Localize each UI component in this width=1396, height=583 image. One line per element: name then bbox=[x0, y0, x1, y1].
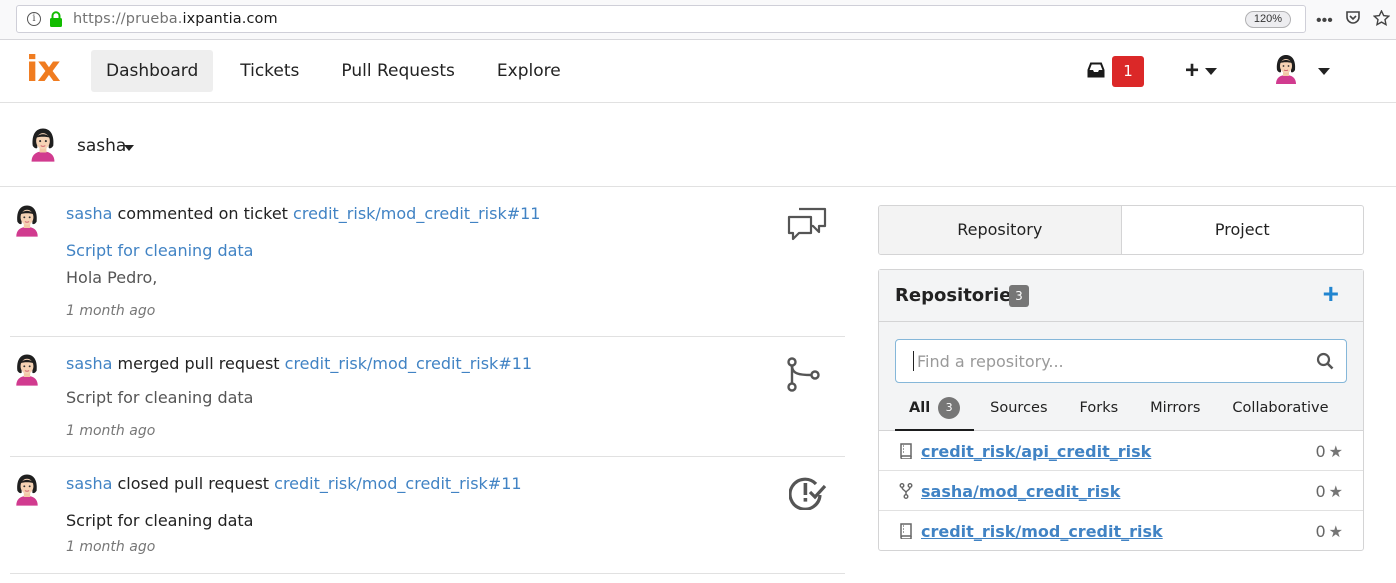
avatar bbox=[1272, 54, 1300, 89]
context-user-name[interactable]: sasha bbox=[77, 136, 126, 156]
nav-pull-requests[interactable]: Pull Requests bbox=[326, 50, 470, 92]
main-navbar: ix Dashboard Tickets Pull Requests Explo… bbox=[0, 40, 1396, 103]
closed-pr-icon bbox=[788, 476, 827, 515]
merge-icon bbox=[786, 357, 822, 398]
repository-filter-tabs: All 3 Sources Forks Mirrors Collaborativ… bbox=[895, 395, 1329, 431]
plus-icon: + bbox=[1185, 57, 1200, 84]
lock-icon[interactable] bbox=[49, 11, 63, 32]
pocket-icon[interactable] bbox=[1345, 10, 1361, 31]
chevron-down-icon bbox=[1318, 68, 1330, 75]
zoom-indicator[interactable]: 120% bbox=[1244, 11, 1291, 28]
pull-request-title: Script for cleaning data bbox=[66, 388, 254, 407]
chevron-down-icon[interactable] bbox=[124, 145, 134, 151]
chevron-down-icon bbox=[1205, 67, 1218, 75]
add-repository-button[interactable]: + bbox=[1323, 279, 1339, 309]
repositories-panel: Repositories 3 + All 3 Sources Forks Mir… bbox=[878, 269, 1364, 551]
repository-search[interactable] bbox=[895, 339, 1347, 383]
notification-count-badge[interactable]: 1 bbox=[1112, 56, 1144, 87]
context-switcher: sasha bbox=[0, 103, 1396, 187]
timestamp: 1 month ago bbox=[66, 539, 156, 555]
repository-stars[interactable]: 0 ★ bbox=[1315, 442, 1343, 461]
dashboard-tabs: Repository Project bbox=[878, 205, 1364, 255]
filter-forks[interactable]: Forks bbox=[1080, 395, 1119, 431]
timestamp: 1 month ago bbox=[66, 303, 156, 319]
filter-all-count: 3 bbox=[938, 397, 961, 419]
info-icon[interactable]: i bbox=[27, 12, 41, 26]
text-cursor bbox=[913, 351, 914, 371]
repositories-filter-area: All 3 Sources Forks Mirrors Collaborativ… bbox=[879, 322, 1363, 431]
filter-collaborative[interactable]: Collaborative bbox=[1232, 395, 1328, 431]
tab-repository[interactable]: Repository bbox=[879, 206, 1122, 254]
activity-feed: sasha commented on ticket credit_risk/mo… bbox=[10, 188, 845, 574]
timestamp: 1 month ago bbox=[66, 423, 156, 439]
repository-link[interactable]: sasha/mod_credit_risk bbox=[921, 482, 1120, 501]
repository-row: credit_risk/mod_credit_risk 0 ★ bbox=[879, 511, 1363, 551]
feed-item: sasha commented on ticket credit_risk/mo… bbox=[10, 188, 845, 337]
repository-row: sasha/mod_credit_risk 0 ★ bbox=[879, 471, 1363, 511]
user-menu[interactable] bbox=[1272, 54, 1330, 89]
filter-all-label: All bbox=[909, 400, 931, 416]
inbox-icon[interactable] bbox=[1087, 62, 1105, 83]
browser-toolbar: i https://prueba.ixpantia.com 120% ••• bbox=[0, 0, 1396, 40]
pull-request-title: Script for cleaning data bbox=[66, 511, 254, 530]
avatar[interactable] bbox=[12, 204, 42, 242]
pull-request-link[interactable]: credit_risk/mod_credit_risk#11 bbox=[285, 354, 532, 373]
comments-icon bbox=[786, 206, 828, 247]
star-icon: ★ bbox=[1328, 522, 1343, 541]
feed-item: sasha merged pull request credit_risk/mo… bbox=[10, 337, 845, 457]
ticket-title-link[interactable]: Script for cleaning data bbox=[66, 241, 253, 260]
filter-sources[interactable]: Sources bbox=[990, 395, 1047, 431]
repository-stars[interactable]: 0 ★ bbox=[1315, 522, 1343, 541]
avatar[interactable] bbox=[27, 127, 59, 167]
repository-link[interactable]: credit_risk/api_credit_risk bbox=[921, 442, 1151, 461]
repository-link[interactable]: credit_risk/mod_credit_risk bbox=[921, 522, 1163, 541]
tab-project[interactable]: Project bbox=[1122, 206, 1364, 254]
star-icon: ★ bbox=[1328, 442, 1343, 461]
feed-item: sasha closed pull request credit_risk/mo… bbox=[10, 457, 845, 574]
action-text: commented on ticket bbox=[112, 204, 294, 223]
nav-explore[interactable]: Explore bbox=[482, 50, 576, 92]
feed-item-summary: sasha closed pull request credit_risk/mo… bbox=[66, 474, 522, 493]
avatar[interactable] bbox=[12, 353, 42, 391]
fork-icon bbox=[899, 483, 913, 504]
feed-item-summary: sasha merged pull request credit_risk/mo… bbox=[66, 354, 532, 373]
bookmark-star-icon[interactable] bbox=[1372, 9, 1391, 31]
nav-tickets[interactable]: Tickets bbox=[225, 50, 314, 92]
repository-list: credit_risk/api_credit_risk 0 ★ sasha/mod… bbox=[879, 431, 1363, 551]
filter-all[interactable]: All 3 bbox=[895, 395, 975, 431]
comment-body: Hola Pedro, bbox=[66, 268, 158, 287]
search-icon[interactable] bbox=[1316, 352, 1334, 375]
star-count: 0 bbox=[1315, 442, 1326, 461]
user-link[interactable]: sasha bbox=[66, 204, 112, 223]
create-menu[interactable]: + bbox=[1185, 57, 1218, 84]
user-link[interactable]: sasha bbox=[66, 474, 112, 493]
star-icon: ★ bbox=[1328, 482, 1343, 501]
star-count: 0 bbox=[1315, 522, 1326, 541]
repository-search-input[interactable] bbox=[915, 349, 1295, 373]
repositories-count-badge: 3 bbox=[1009, 285, 1029, 307]
avatar[interactable] bbox=[12, 473, 42, 511]
main-nav: Dashboard Tickets Pull Requests Explore bbox=[91, 50, 576, 92]
user-link[interactable]: sasha bbox=[66, 354, 112, 373]
nav-dashboard[interactable]: Dashboard bbox=[91, 50, 214, 92]
pull-request-link[interactable]: credit_risk/mod_credit_risk#11 bbox=[274, 474, 521, 493]
address-bar[interactable]: i https://prueba.ixpantia.com 120% bbox=[16, 5, 1306, 33]
repositories-heading: Repositories bbox=[895, 285, 1023, 306]
repo-icon bbox=[899, 523, 913, 544]
repository-row: credit_risk/api_credit_risk 0 ★ bbox=[879, 431, 1363, 471]
repository-stars[interactable]: 0 ★ bbox=[1315, 482, 1343, 501]
action-text: merged pull request bbox=[112, 354, 285, 373]
action-text: closed pull request bbox=[112, 474, 275, 493]
url-text[interactable]: https://prueba.ixpantia.com bbox=[73, 11, 278, 27]
repo-icon bbox=[899, 443, 913, 464]
feed-item-summary: sasha commented on ticket credit_risk/mo… bbox=[66, 204, 540, 223]
page-actions-icon[interactable]: ••• bbox=[1316, 12, 1333, 30]
ticket-link[interactable]: credit_risk/mod_credit_risk#11 bbox=[293, 204, 540, 223]
ixpantia-logo[interactable]: ix bbox=[26, 50, 61, 90]
repositories-header: Repositories 3 + bbox=[879, 270, 1363, 322]
star-count: 0 bbox=[1315, 482, 1326, 501]
filter-mirrors[interactable]: Mirrors bbox=[1150, 395, 1200, 431]
